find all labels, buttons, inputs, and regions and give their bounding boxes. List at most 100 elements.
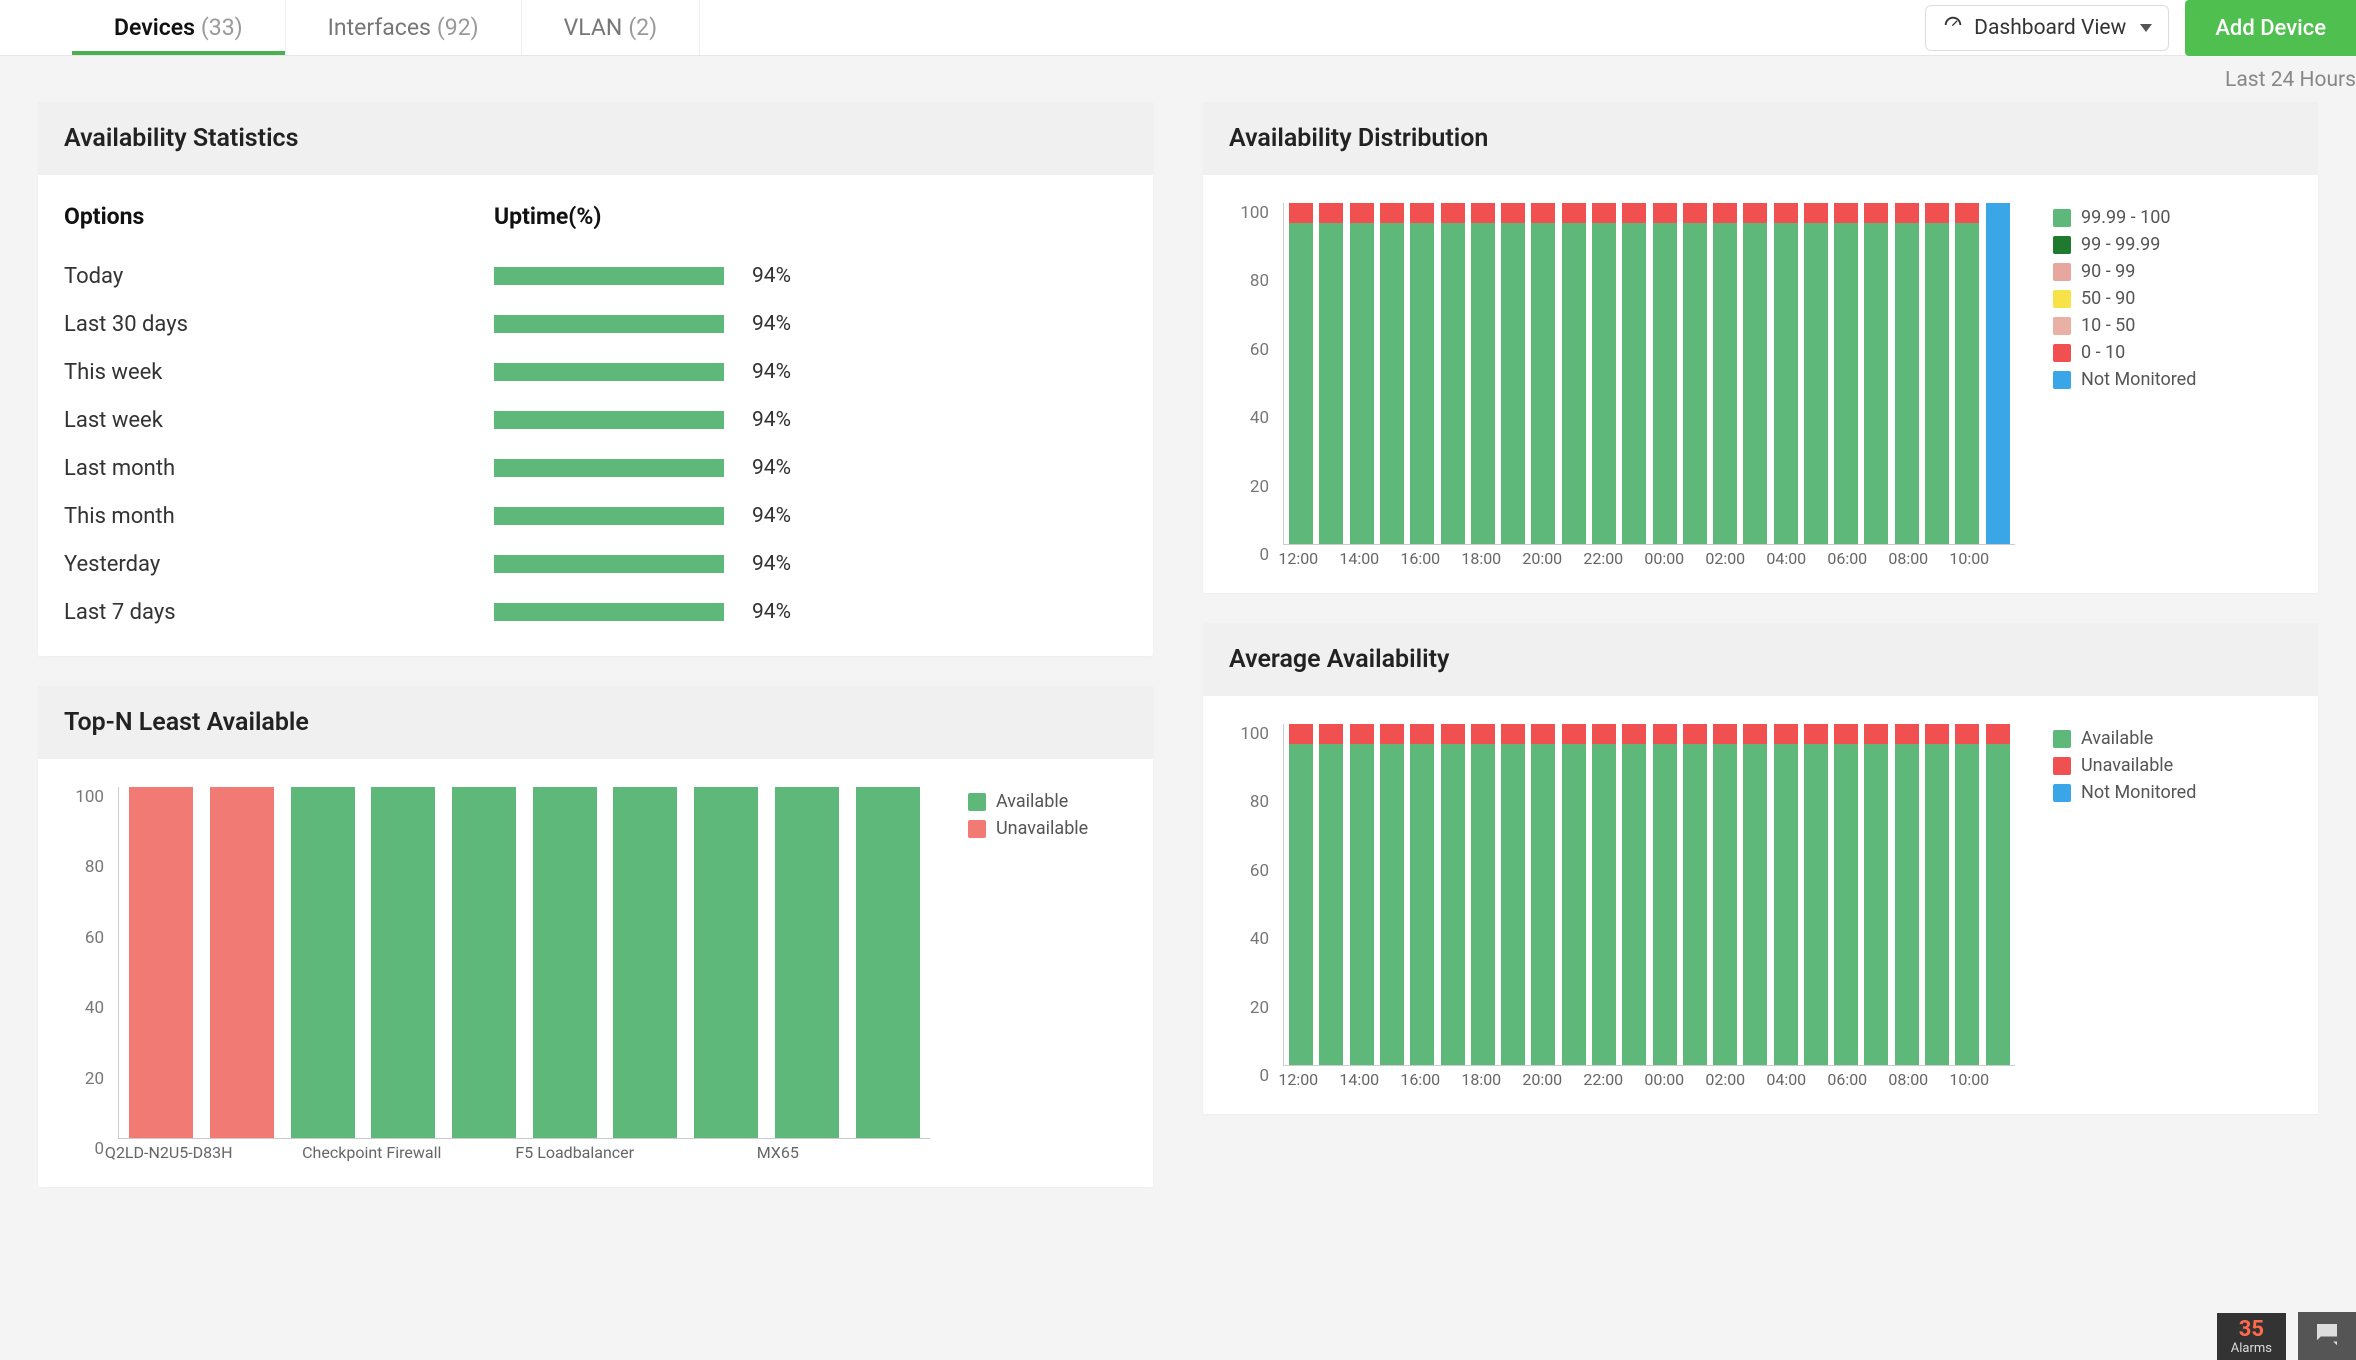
legend-label: 90 - 99	[2081, 261, 2135, 282]
bar-segment	[856, 787, 920, 1138]
legend-item[interactable]: 50 - 90	[2053, 288, 2196, 309]
bar	[1471, 724, 1495, 1065]
bar-segment	[1471, 203, 1495, 223]
bar-segment	[1864, 724, 1888, 744]
legend-item[interactable]: Not Monitored	[2053, 782, 2196, 803]
x-tick: 02:00	[1705, 1070, 1745, 1089]
legend-item[interactable]: Available	[2053, 728, 2196, 749]
bar-segment	[1955, 203, 1979, 223]
legend-swatch	[2053, 263, 2071, 281]
bar-segment	[129, 787, 193, 1138]
bar	[1774, 724, 1798, 1065]
bar-segment	[1531, 203, 1555, 223]
tab-vlan[interactable]: VLAN (2)	[522, 0, 700, 55]
legend-swatch	[2053, 730, 2071, 748]
bar	[775, 787, 839, 1138]
tab-interfaces[interactable]: Interfaces (92)	[286, 0, 522, 55]
legend-item[interactable]: 99.99 - 100	[2053, 207, 2196, 228]
tab-devices[interactable]: Devices (33)	[72, 0, 286, 55]
x-tick: 16:00	[1400, 1070, 1440, 1089]
bar-segment	[1289, 724, 1313, 744]
alarms-label: Alarms	[2231, 1341, 2272, 1356]
time-range-label[interactable]: Last 24 Hours	[2225, 68, 2356, 92]
bar	[856, 787, 920, 1138]
bar-segment	[1986, 203, 2010, 544]
bar	[1713, 724, 1737, 1065]
bar-segment	[1289, 744, 1313, 1065]
stats-label: Yesterday	[64, 552, 494, 577]
bar-segment	[1531, 223, 1555, 544]
chart-average: 02040608010012:0014:0016:0018:0020:0022:…	[1225, 724, 2015, 1094]
bar	[1501, 203, 1525, 544]
legend-item[interactable]: Unavailable	[968, 818, 1088, 839]
bar-segment	[1410, 203, 1434, 223]
bar	[1319, 724, 1343, 1065]
legend-swatch	[968, 820, 986, 838]
bar	[1441, 724, 1465, 1065]
bar-segment	[1774, 744, 1798, 1065]
legend-item[interactable]: Not Monitored	[2053, 369, 2196, 390]
bar-segment	[1925, 744, 1949, 1065]
bar-segment	[1925, 223, 1949, 544]
bar-segment	[1683, 724, 1707, 744]
dashboard-icon	[1942, 14, 1964, 42]
bar-segment	[1895, 223, 1919, 544]
chevron-down-icon	[2140, 24, 2152, 32]
legend-label: 50 - 90	[2081, 288, 2135, 309]
legend-item[interactable]: Unavailable	[2053, 755, 2196, 776]
dashboard-view-button[interactable]: Dashboard View	[1925, 5, 2169, 51]
bar	[1653, 203, 1677, 544]
x-tick: 00:00	[1644, 549, 1684, 568]
bar-segment	[1683, 223, 1707, 544]
legend-item[interactable]: 99 - 99.99	[2053, 234, 2196, 255]
bar	[1501, 724, 1525, 1065]
bar	[1986, 203, 2010, 544]
tab-label: VLAN	[564, 14, 623, 41]
bar-segment	[1592, 744, 1616, 1065]
legend-item[interactable]: 90 - 99	[2053, 261, 2196, 282]
chat-badge[interactable]	[2298, 1312, 2356, 1360]
bar	[1350, 203, 1374, 544]
bar-segment	[291, 787, 355, 1138]
bar-segment	[1925, 203, 1949, 223]
stats-bar	[494, 267, 724, 285]
top-actions: Dashboard View Add Device	[1925, 0, 2356, 56]
stats-row: This month94%	[64, 492, 1127, 540]
bar-segment	[1864, 223, 1888, 544]
bar	[1380, 203, 1404, 544]
bar-segment	[1471, 223, 1495, 544]
left-column: Availability Statistics Options Uptime(%…	[38, 102, 1153, 1187]
legend-item[interactable]: Available	[968, 791, 1088, 812]
legend-swatch	[2053, 757, 2071, 775]
bar	[1441, 203, 1465, 544]
bar-segment	[1713, 223, 1737, 544]
add-device-button[interactable]: Add Device	[2185, 0, 2356, 56]
bar-segment	[1713, 203, 1737, 223]
x-tick: 20:00	[1522, 549, 1562, 568]
x-tick: 14:00	[1339, 1070, 1379, 1089]
bar-segment	[1774, 223, 1798, 544]
legend-item[interactable]: 0 - 10	[2053, 342, 2196, 363]
stats-header-row: Options Uptime(%)	[64, 203, 1127, 230]
alarms-badge[interactable]: 35 Alarms	[2217, 1313, 2286, 1360]
dashboard-view-label: Dashboard View	[1974, 16, 2126, 40]
bar-segment	[1441, 203, 1465, 223]
bar-segment	[1350, 744, 1374, 1065]
bar-segment	[1804, 223, 1828, 544]
bar-segment	[1471, 744, 1495, 1065]
bar	[1925, 724, 1949, 1065]
topbar: Devices (33) Interfaces (92) VLAN (2) Da…	[0, 0, 2356, 56]
bar-segment	[1743, 744, 1767, 1065]
legend-item[interactable]: 10 - 50	[2053, 315, 2196, 336]
x-tick: Q2LD-N2U5-D83H	[105, 1143, 233, 1162]
bar-segment	[1986, 744, 2010, 1065]
x-tick: 06:00	[1827, 1070, 1867, 1089]
bar-segment	[452, 787, 516, 1138]
legend-label: 99 - 99.99	[2081, 234, 2160, 255]
bar-segment	[1622, 724, 1646, 744]
bar	[1471, 203, 1495, 544]
legend-swatch	[2053, 236, 2071, 254]
bar	[1925, 203, 1949, 544]
bar	[1955, 203, 1979, 544]
x-tick: 22:00	[1583, 549, 1623, 568]
